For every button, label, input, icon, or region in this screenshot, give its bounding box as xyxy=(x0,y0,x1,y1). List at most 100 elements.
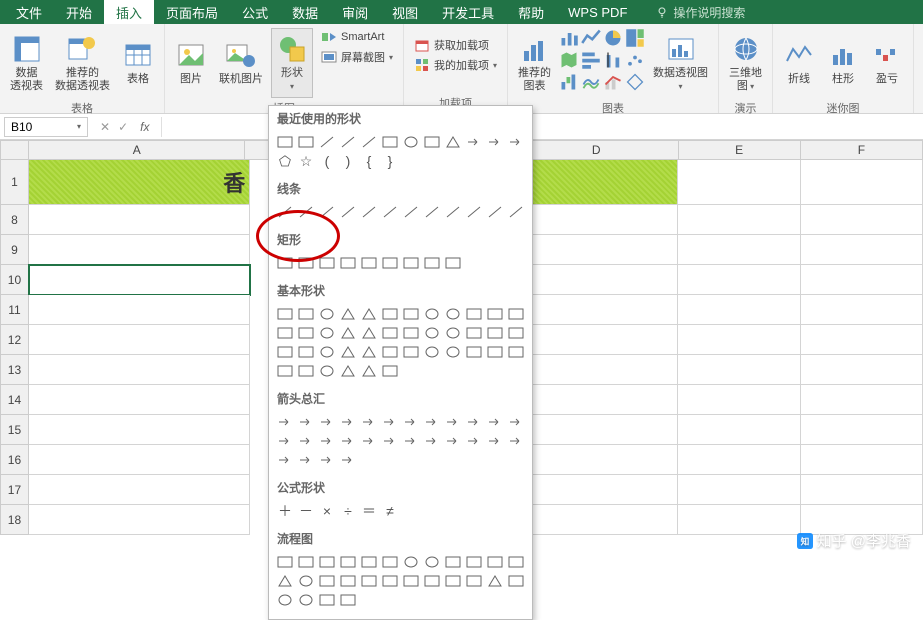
shape-item[interactable] xyxy=(296,553,316,571)
shape-item[interactable] xyxy=(422,432,442,450)
online-picture-button[interactable]: 联机图片 xyxy=(215,28,267,98)
sparkline-line-button[interactable]: 折线 xyxy=(779,28,819,98)
shape-item[interactable] xyxy=(317,413,337,431)
3d-map-button[interactable]: 三维地 图 ▾ xyxy=(725,28,766,98)
shape-item[interactable] xyxy=(443,413,463,431)
shape-item[interactable]: ( xyxy=(317,152,337,170)
shape-item[interactable] xyxy=(422,254,442,272)
cell-A10[interactable] xyxy=(29,265,250,295)
shape-item[interactable] xyxy=(338,362,358,380)
shape-item[interactable] xyxy=(485,572,505,590)
shape-item[interactable] xyxy=(275,133,295,151)
shape-item[interactable]: ) xyxy=(338,152,358,170)
cell-E1[interactable] xyxy=(678,160,800,205)
pivot-chart-button[interactable]: 数据透视图▾ xyxy=(649,28,712,98)
shape-item[interactable] xyxy=(338,324,358,342)
shape-item[interactable] xyxy=(464,324,484,342)
shape-item[interactable] xyxy=(464,553,484,571)
recommended-charts-button[interactable]: 推荐的 图表 xyxy=(514,28,555,98)
chart-waterfall-button[interactable] xyxy=(559,72,579,92)
tab-home[interactable]: 开始 xyxy=(54,0,104,24)
cell-E12[interactable] xyxy=(678,325,800,355)
shape-item[interactable] xyxy=(275,451,295,469)
cell-D10[interactable] xyxy=(515,265,679,295)
cell-A11[interactable] xyxy=(29,295,250,325)
shape-item[interactable]: ⬠ xyxy=(275,152,295,170)
chart-line-button[interactable] xyxy=(581,28,601,48)
row-header-11[interactable]: 11 xyxy=(0,295,29,325)
smartart-button[interactable]: SmartArt xyxy=(317,28,397,46)
shape-item[interactable] xyxy=(464,343,484,361)
shape-item[interactable]: { xyxy=(359,152,379,170)
shape-item[interactable] xyxy=(485,432,505,450)
shape-item[interactable] xyxy=(443,343,463,361)
shape-item[interactable] xyxy=(506,432,526,450)
sparkline-winloss-button[interactable]: 盈亏 xyxy=(867,28,907,98)
my-addins-button[interactable]: 我的加载项 ▾ xyxy=(410,56,501,74)
shape-item[interactable] xyxy=(401,553,421,571)
shape-item[interactable] xyxy=(275,362,295,380)
shape-item[interactable] xyxy=(464,305,484,323)
shape-item[interactable] xyxy=(317,591,337,609)
shape-item[interactable] xyxy=(338,553,358,571)
shape-item[interactable] xyxy=(380,572,400,590)
cell-F1[interactable] xyxy=(801,160,923,205)
tab-wpspdf[interactable]: WPS PDF xyxy=(556,0,639,24)
shape-item[interactable] xyxy=(422,553,442,571)
cell-E15[interactable] xyxy=(678,415,800,445)
cell-A15[interactable] xyxy=(29,415,250,445)
tab-formula[interactable]: 公式 xyxy=(230,0,280,24)
picture-button[interactable]: 图片 xyxy=(171,28,211,98)
cell-D16[interactable] xyxy=(515,445,679,475)
shape-item[interactable] xyxy=(296,362,316,380)
shape-item[interactable] xyxy=(443,432,463,450)
shape-item[interactable] xyxy=(296,432,316,450)
shape-item[interactable] xyxy=(317,572,337,590)
shape-item[interactable] xyxy=(275,254,295,272)
row-header-12[interactable]: 12 xyxy=(0,325,29,355)
shape-item[interactable] xyxy=(275,305,295,323)
shape-item[interactable] xyxy=(401,133,421,151)
cell-D1-merged[interactable] xyxy=(515,160,679,205)
shape-item[interactable] xyxy=(296,413,316,431)
pivot-table-button[interactable]: 数据 透视表 xyxy=(6,28,47,98)
shape-item[interactable] xyxy=(422,572,442,590)
cell-A13[interactable] xyxy=(29,355,250,385)
cell-D11[interactable] xyxy=(515,295,679,325)
col-header-E[interactable]: E xyxy=(679,140,801,160)
shape-item[interactable] xyxy=(317,254,337,272)
tab-file[interactable]: 文件 xyxy=(4,0,54,24)
row-header-16[interactable]: 16 xyxy=(0,445,29,475)
shape-item[interactable] xyxy=(506,203,526,221)
shape-item[interactable] xyxy=(338,572,358,590)
tab-layout[interactable]: 页面布局 xyxy=(154,0,230,24)
shape-item[interactable] xyxy=(338,203,358,221)
shape-item[interactable]: ＝ xyxy=(359,502,379,520)
shape-item[interactable] xyxy=(359,203,379,221)
shape-item[interactable] xyxy=(380,203,400,221)
cell-D18[interactable] xyxy=(515,505,679,535)
tab-dev[interactable]: 开发工具 xyxy=(430,0,506,24)
shape-item[interactable] xyxy=(506,553,526,571)
shape-item[interactable] xyxy=(422,203,442,221)
screenshot-button[interactable]: 屏幕截图 ▾ xyxy=(317,48,397,66)
shape-item[interactable] xyxy=(464,413,484,431)
row-header-9[interactable]: 9 xyxy=(0,235,29,265)
cell-F16[interactable] xyxy=(801,445,923,475)
cell-E8[interactable] xyxy=(678,205,800,235)
shape-item[interactable] xyxy=(275,553,295,571)
cell-D9[interactable] xyxy=(515,235,679,265)
tab-insert[interactable]: 插入 xyxy=(104,0,154,24)
shape-item[interactable] xyxy=(338,432,358,450)
cell-F10[interactable] xyxy=(801,265,923,295)
shape-item[interactable] xyxy=(359,432,379,450)
cell-D8[interactable] xyxy=(515,205,679,235)
shape-item[interactable] xyxy=(296,203,316,221)
cell-A14[interactable] xyxy=(29,385,250,415)
shape-item[interactable] xyxy=(422,413,442,431)
shape-item[interactable] xyxy=(464,203,484,221)
shape-item[interactable] xyxy=(380,254,400,272)
shape-item[interactable] xyxy=(296,324,316,342)
shape-item[interactable] xyxy=(443,324,463,342)
cell-A17[interactable] xyxy=(29,475,250,505)
